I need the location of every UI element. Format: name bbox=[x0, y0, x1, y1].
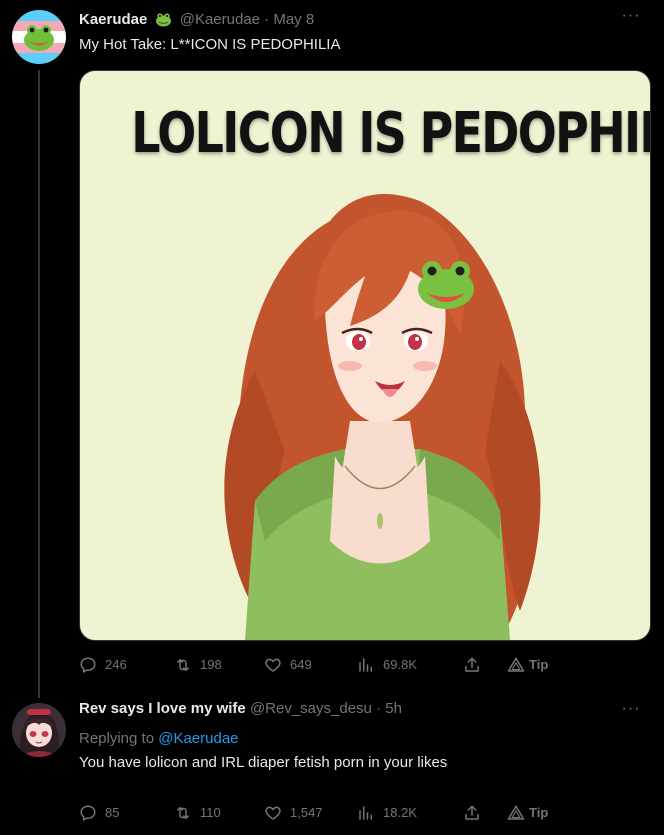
heart-icon bbox=[265, 658, 281, 672]
avatar-kaerudae[interactable] bbox=[12, 10, 66, 64]
reply-count: 246 bbox=[105, 657, 127, 672]
tweet-text: My Hot Take: L**ICON IS PEDOPHILIA bbox=[79, 36, 341, 53]
timestamp[interactable]: 5h bbox=[385, 700, 402, 717]
thread-line bbox=[38, 70, 40, 698]
reply-button[interactable]: 246 bbox=[79, 655, 127, 675]
replying-to-handle-link[interactable]: @Kaerudae bbox=[158, 730, 238, 747]
reply-button[interactable]: 85 bbox=[79, 803, 119, 823]
more-options-button[interactable]: ··· bbox=[620, 8, 642, 30]
reply-count: 85 bbox=[105, 805, 120, 820]
views-button[interactable]: 69.8K bbox=[357, 655, 417, 675]
retweet-icon bbox=[177, 659, 189, 671]
separator: · bbox=[376, 700, 382, 717]
retweet-button[interactable]: 198 bbox=[174, 655, 222, 675]
tweet-header: Kaerudae @Kaerudae · May 8 bbox=[79, 10, 314, 33]
reply-icon bbox=[80, 805, 96, 822]
retweet-icon bbox=[177, 807, 189, 819]
handle[interactable]: @Rev_says_desu bbox=[250, 700, 372, 717]
retweet-count: 110 bbox=[200, 805, 221, 820]
more-options-button[interactable]: ··· bbox=[620, 701, 642, 723]
retweet-count: 198 bbox=[200, 657, 222, 672]
separator: · bbox=[264, 11, 270, 28]
tweet-image[interactable]: LOLICON IS PEDOPHILIA bbox=[79, 70, 651, 641]
views-count: 69.8K bbox=[383, 657, 417, 672]
reply-icon bbox=[80, 657, 96, 674]
tweet-original: Kaerudae @Kaerudae · May 8 ··· My Hot Ta… bbox=[0, 0, 664, 698]
retweet-button[interactable]: 110 bbox=[174, 803, 221, 823]
handle[interactable]: @Kaerudae bbox=[180, 11, 260, 28]
views-chart-icon bbox=[359, 658, 372, 672]
share-icon bbox=[465, 805, 479, 820]
tip-label: Tip bbox=[529, 657, 549, 672]
tip-icon bbox=[507, 805, 525, 820]
views-button[interactable]: 18.2K bbox=[357, 803, 417, 823]
display-name[interactable]: Kaerudae bbox=[79, 11, 147, 28]
share-icon bbox=[465, 657, 479, 672]
share-button[interactable] bbox=[463, 655, 481, 675]
tip-button[interactable]: Tip bbox=[507, 655, 548, 675]
tweet-header: Rev says I love my wife @Rev_says_desu ·… bbox=[79, 699, 402, 719]
like-button[interactable]: 649 bbox=[264, 655, 312, 675]
tweet-reply: Rev says I love my wife @Rev_says_desu ·… bbox=[0, 695, 664, 835]
replying-to: Replying to @Kaerudae bbox=[79, 729, 239, 749]
views-chart-icon bbox=[359, 806, 372, 820]
tip-icon bbox=[507, 657, 525, 672]
avatar-rev[interactable] bbox=[12, 703, 66, 757]
action-bar: 246 198 649 69.8K Tip bbox=[79, 655, 559, 675]
tweet-text: You have lolicon and IRL diaper fetish p… bbox=[79, 754, 448, 771]
tip-button[interactable]: Tip bbox=[507, 803, 548, 823]
trans-flag-frog-avatar bbox=[12, 10, 66, 64]
timestamp[interactable]: May 8 bbox=[273, 11, 314, 28]
image-caption-text: LOLICON IS PEDOPHILIA bbox=[131, 101, 650, 166]
views-count: 18.2K bbox=[383, 805, 417, 820]
anime-avatar-image bbox=[12, 703, 66, 757]
like-button[interactable]: 1,547 bbox=[264, 803, 323, 823]
share-button[interactable] bbox=[463, 803, 481, 823]
like-count: 1,547 bbox=[290, 805, 323, 820]
frog-emoji-icon bbox=[155, 12, 172, 33]
tip-label: Tip bbox=[529, 805, 549, 820]
heart-icon bbox=[265, 806, 281, 820]
like-count: 649 bbox=[290, 657, 312, 672]
display-name[interactable]: Rev says I love my wife bbox=[79, 700, 246, 717]
action-bar: 85 110 1,547 18.2K Tip bbox=[79, 803, 559, 823]
replying-to-label: Replying to bbox=[79, 730, 155, 747]
